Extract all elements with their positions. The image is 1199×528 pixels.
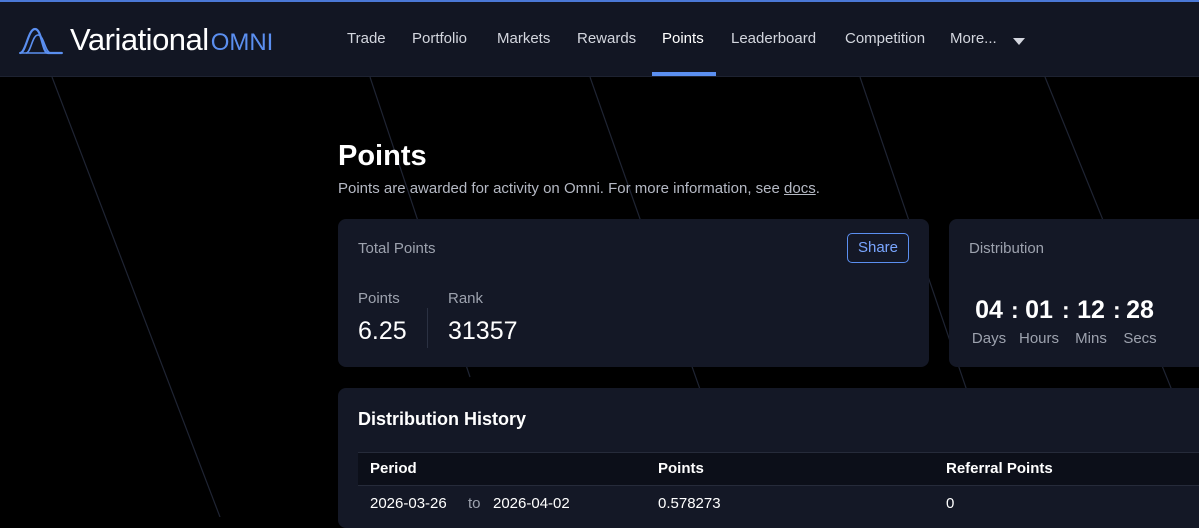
brand-suffix: OMNI bbox=[210, 29, 274, 56]
wave-logo-icon bbox=[19, 27, 63, 55]
active-tab-indicator bbox=[652, 72, 716, 76]
period-start: 2026-03-26 bbox=[370, 495, 447, 512]
nav-item-leaderboard[interactable]: Leaderboard bbox=[731, 2, 816, 76]
countdown-separator: : bbox=[1011, 297, 1019, 323]
nav-item-markets[interactable]: Markets bbox=[497, 2, 550, 76]
points-value: 6.25 bbox=[358, 317, 407, 345]
brand-logo[interactable]: Variational OMNI bbox=[18, 22, 273, 58]
distribution-history-title: Distribution History bbox=[358, 409, 527, 429]
period-to: to bbox=[468, 495, 481, 512]
points-label: Points bbox=[358, 290, 400, 307]
rank-label: Rank bbox=[448, 290, 484, 307]
countdown-mins-unit: Mins bbox=[1075, 330, 1107, 347]
column-header-referral-points: Referral Points bbox=[946, 460, 1053, 477]
countdown-separator: : bbox=[1062, 297, 1070, 323]
subtitle-text: Points are awarded for activity on Omni.… bbox=[338, 180, 780, 197]
nav-item-competition[interactable]: Competition bbox=[845, 2, 925, 76]
countdown-mins-value: 12 bbox=[1077, 296, 1105, 324]
countdown-secs-unit: Secs bbox=[1123, 330, 1157, 347]
subtitle-period: . bbox=[815, 180, 820, 197]
countdown-hours-value: 01 bbox=[1025, 296, 1053, 324]
table-header bbox=[358, 452, 1199, 486]
top-navbar: Variational OMNI Trade Portfolio Markets… bbox=[0, 2, 1199, 77]
countdown-days-unit: Days bbox=[971, 330, 1007, 347]
countdown-hours-unit: Hours bbox=[1018, 330, 1059, 347]
rank-value: 31357 bbox=[448, 317, 518, 345]
countdown-secs-value: 28 bbox=[1126, 296, 1154, 324]
nav-item-portfolio[interactable]: Portfolio bbox=[412, 2, 467, 76]
distribution-label: Distribution bbox=[969, 240, 1045, 257]
column-header-points: Points bbox=[658, 460, 704, 477]
share-button[interactable]: Share bbox=[847, 233, 909, 263]
total-points-label: Total Points bbox=[358, 240, 436, 257]
nav-item-rewards[interactable]: Rewards bbox=[577, 2, 636, 76]
period-end: 2026-04-02 bbox=[493, 495, 570, 512]
nav-item-more[interactable]: More... bbox=[950, 2, 997, 76]
nav-item-points[interactable]: Points bbox=[662, 2, 704, 76]
docs-link[interactable]: docs bbox=[784, 180, 816, 197]
stat-divider bbox=[427, 308, 428, 348]
row-referral-points: 0 bbox=[946, 495, 955, 512]
nav-item-trade[interactable]: Trade bbox=[347, 2, 386, 76]
row-points: 0.578273 bbox=[658, 495, 721, 512]
brand-name: Variational bbox=[70, 22, 209, 57]
chevron-down-icon[interactable] bbox=[1013, 38, 1025, 45]
page-subtitle: Points are awarded for activity on Omni.… bbox=[338, 180, 820, 197]
page-title: Points bbox=[338, 140, 427, 172]
column-header-period: Period bbox=[370, 460, 417, 477]
countdown-days-value: 04 bbox=[975, 296, 1003, 324]
